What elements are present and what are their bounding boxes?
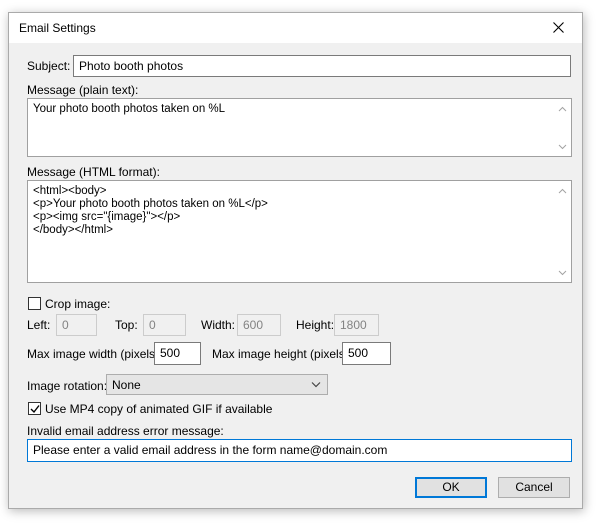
chevron-down-icon[interactable] [558,142,567,151]
check-icon [30,405,40,414]
crop-height-label: Height: [296,318,335,332]
max-height-input[interactable]: 500 [342,342,391,365]
crop-image-label: Crop image: [45,297,111,311]
close-button[interactable] [536,13,582,43]
message-html-text: <html><body> <p>Your photo booth photos … [33,185,268,236]
crop-left-input[interactable]: 0 [56,314,97,336]
crop-image-checkbox[interactable] [28,297,41,310]
invalid-email-input[interactable]: Please enter a valid email address in th… [27,439,572,462]
invalid-email-label: Invalid email address error message: [27,424,224,438]
message-html-label: Message (HTML format): [27,165,160,179]
crop-width-label: Width: [201,318,236,332]
message-plain-text: Your photo booth photos taken on %L [33,103,226,115]
window-title: Email Settings [19,21,96,35]
max-width-label: Max image width (pixels): [27,347,163,361]
cancel-button[interactable]: Cancel [498,477,570,498]
title-bar: Email Settings [9,13,582,43]
chevron-down-icon [311,382,321,388]
use-mp4-checkbox[interactable] [28,402,41,415]
chevron-up-icon[interactable] [558,187,567,196]
message-plain-label: Message (plain text): [27,83,139,97]
email-settings-dialog: Email Settings Subject: Photo booth phot… [8,12,583,509]
subject-label: Subject: [27,59,71,73]
image-rotation-value: None [112,378,141,392]
use-mp4-label: Use MP4 copy of animated GIF if availabl… [45,402,273,416]
image-rotation-label: Image rotation: [27,379,108,393]
ok-button[interactable]: OK [415,477,487,498]
crop-top-label: Top: [115,318,138,332]
crop-left-label: Left: [27,318,51,332]
message-html-scrollbar[interactable] [554,181,571,282]
crop-top-input[interactable]: 0 [143,314,186,336]
message-html-textarea[interactable]: <html><body> <p>Your photo booth photos … [27,180,572,283]
image-rotation-select[interactable]: None [106,374,328,395]
message-plain-textarea[interactable]: Your photo booth photos taken on %L [27,98,572,157]
message-plain-scrollbar[interactable] [554,99,571,156]
max-height-label: Max image height (pixels): [212,347,353,361]
chevron-up-icon[interactable] [558,105,567,114]
subject-input[interactable]: Photo booth photos [73,55,571,77]
chevron-down-icon[interactable] [558,268,567,277]
crop-height-input[interactable]: 1800 [334,314,379,336]
crop-width-input[interactable]: 600 [237,314,281,336]
close-icon [553,22,564,33]
max-width-input[interactable]: 500 [154,342,201,365]
